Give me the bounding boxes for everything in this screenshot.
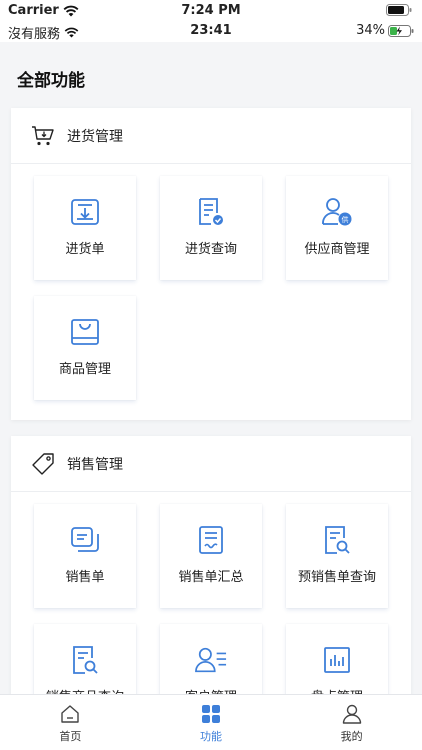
tile-inventory-management[interactable]: 盘点管理 [286,624,388,694]
page-title: 全部功能 [17,71,85,91]
tab-mine[interactable]: 我的 [281,695,422,750]
grid-icon [200,703,222,725]
section-title: 进货管理 [67,128,123,145]
tile-label: 进货查询 [184,242,237,257]
function-list[interactable]: 进货管理 进货单 进货查询 供 供应商管理 商品管理 销售管理 销售单 销售单汇… [0,100,422,694]
inner-status-bar: 沒有服務 23:41 34% [0,20,422,42]
document-search-icon [321,524,353,556]
section-header-sales: 销售管理 [11,436,411,492]
user-list-icon [195,644,227,676]
tile-label: 盘点管理 [311,686,363,694]
tile-sales-summary[interactable]: 销售单汇总 [160,504,262,608]
tab-label: 我的 [340,730,363,743]
outer-battery-icon [386,4,412,20]
tile-label: 销售单汇总 [178,570,244,585]
tile-label: 供应商管理 [304,242,370,257]
section-sales: 销售管理 销售单 销售单汇总 预销售单查询 [11,436,411,694]
tab-label: 功能 [200,730,222,743]
home-icon [59,703,81,725]
tile-product-management[interactable]: 商品管理 [34,296,136,400]
tile-label: 预销售单查询 [297,570,376,585]
shopping-bag-icon [69,316,101,348]
tab-home[interactable]: 首页 [0,695,141,750]
tile-label: 商品管理 [58,362,111,377]
tile-purchase-order[interactable]: 进货单 [34,176,136,280]
supplier-user-icon: 供 [321,196,353,228]
person-icon [341,703,363,725]
tile-presale-query[interactable]: 预销售单查询 [286,504,388,608]
inbox-download-icon [69,196,101,228]
svg-text:供: 供 [342,215,349,224]
tile-label: 客户管理 [185,686,237,694]
tile-sales-product-query[interactable]: 销售商品查询 [34,624,136,694]
tile-label: 销售商品查询 [46,686,124,694]
tile-customer-management[interactable]: 客户管理 [160,624,262,694]
copy-docs-icon [69,524,101,556]
outer-status-bar: Carrier 7:24 PM [0,0,422,20]
tile-label: 进货单 [65,242,105,257]
section-header-purchase: 进货管理 [11,108,411,164]
tab-bar: 首页 功能 我的 [0,694,422,750]
charging-battery-icon [388,24,414,37]
cart-icon [32,125,54,145]
tile-label: 销售单 [65,570,105,585]
tile-supplier-management[interactable]: 供 供应商管理 [286,176,388,280]
battery-percent: 34% [356,23,385,38]
bar-chart-icon [321,644,353,676]
section-purchase: 进货管理 进货单 进货查询 供 供应商管理 商品管理 [11,108,411,420]
document-wave-icon [195,524,227,556]
tile-purchase-query[interactable]: 进货查询 [160,176,262,280]
price-tag-icon [32,452,54,475]
inner-battery: 34% [356,23,414,38]
document-check-icon [195,196,227,228]
tile-sales-order[interactable]: 销售单 [34,504,136,608]
tab-functions[interactable]: 功能 [141,695,282,750]
document-search-icon [69,644,101,676]
section-title: 销售管理 [67,456,123,473]
outer-clock: 7:24 PM [181,3,241,18]
tab-label: 首页 [59,730,82,743]
